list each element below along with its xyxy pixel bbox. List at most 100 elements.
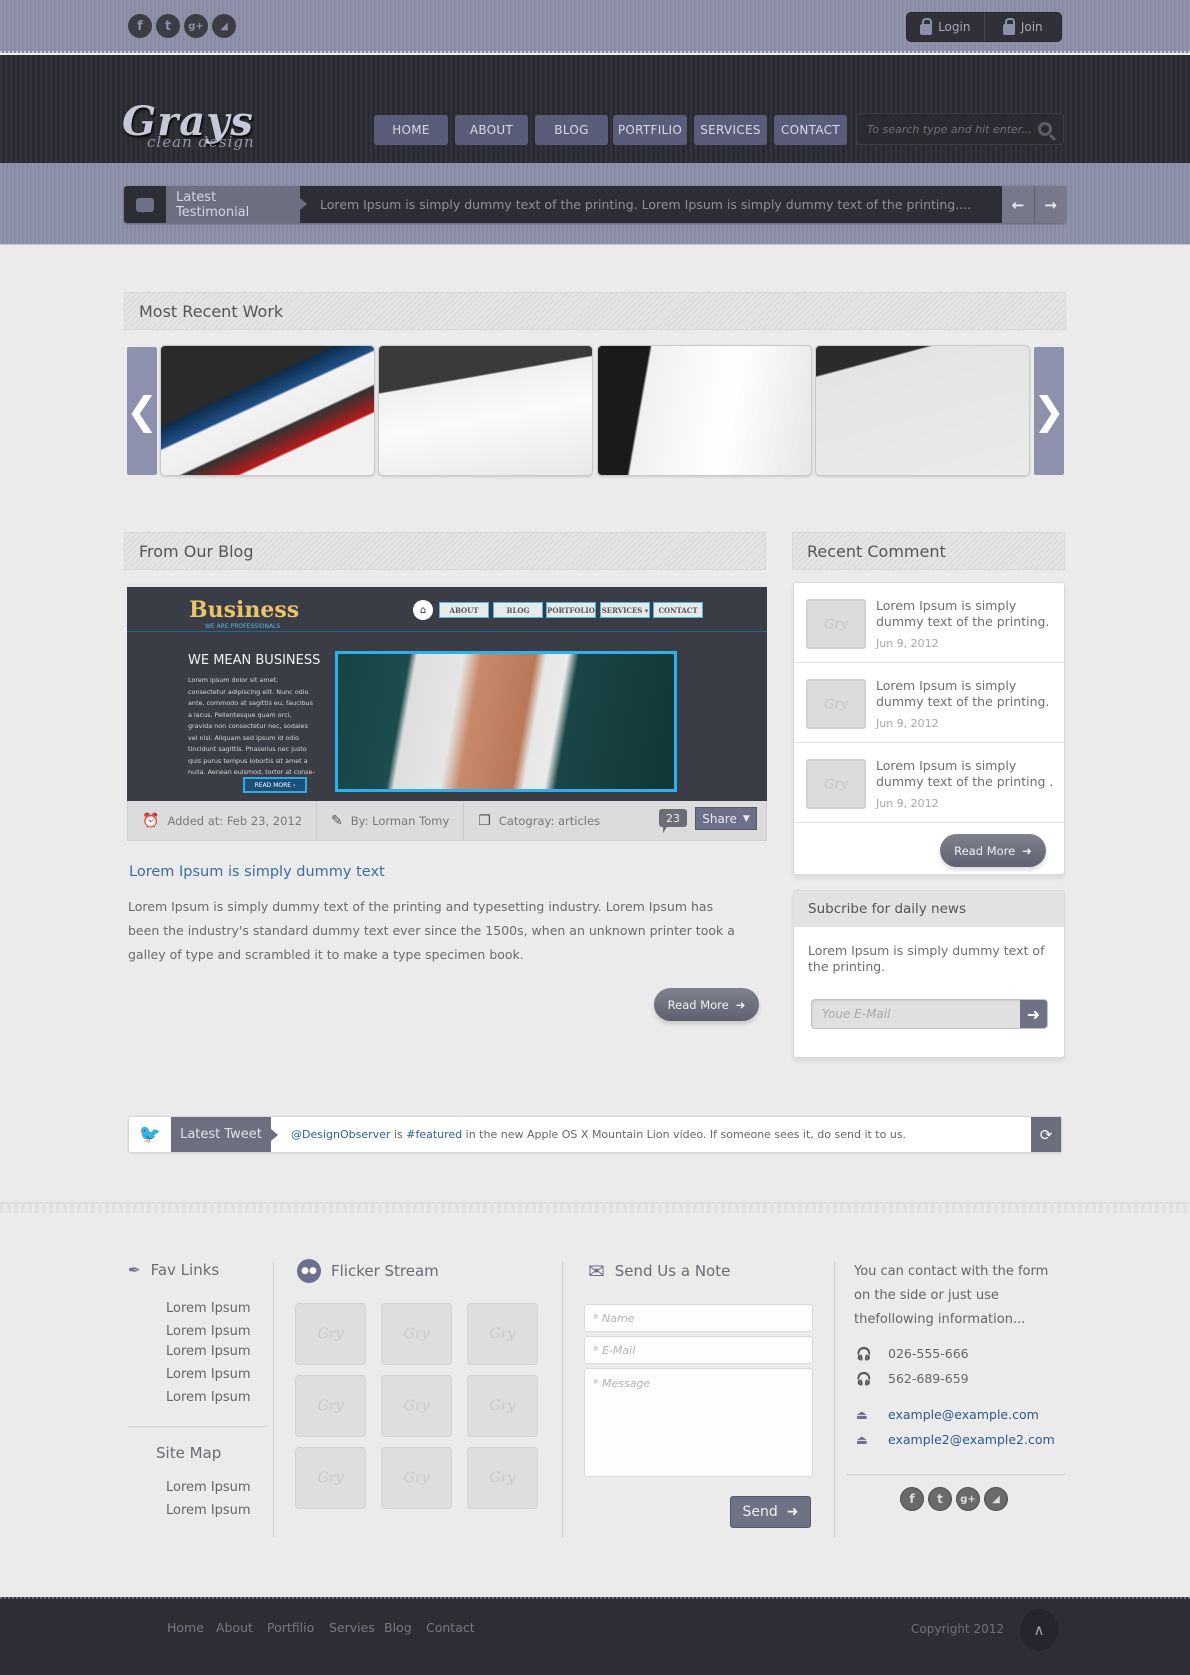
- rss-icon[interactable]: ◢: [984, 1487, 1008, 1511]
- note-name-input[interactable]: [584, 1304, 813, 1332]
- fav-link[interactable]: Lorem Ipsum: [166, 1344, 251, 1359]
- twitter-icon[interactable]: t: [928, 1487, 952, 1511]
- rss-icon[interactable]: ◢: [212, 14, 236, 38]
- portfolio-next-button[interactable]: ❯: [1033, 347, 1065, 475]
- pencil-icon: ✎: [331, 812, 343, 829]
- email-link[interactable]: example2@example2.com: [888, 1432, 1055, 1447]
- flickr-icon: ●●: [297, 1259, 321, 1283]
- note-heading: ✉ Send Us a Note: [588, 1259, 730, 1283]
- fav-link[interactable]: Lorem Ipsum: [166, 1324, 251, 1339]
- post-category-text[interactable]: Catogray: articles: [499, 814, 600, 828]
- footer-nav-home[interactable]: Home: [167, 1620, 204, 1635]
- nav-blog[interactable]: BLOG: [535, 115, 608, 145]
- flickr-thumb[interactable]: Gry: [381, 1375, 452, 1437]
- comment-count-badge[interactable]: 23: [659, 809, 687, 833]
- subscribe-email-input[interactable]: [812, 1000, 1020, 1028]
- flickr-thumb[interactable]: Gry: [295, 1447, 366, 1509]
- portfolio-thumb[interactable]: [815, 345, 1030, 476]
- tweet-text: @DesignObserver is #featured in the new …: [271, 1117, 1031, 1152]
- site-map-link[interactable]: Lorem Ipsum: [166, 1480, 251, 1495]
- facebook-icon[interactable]: f: [900, 1487, 924, 1511]
- tweet-hashtag-link[interactable]: #featured: [406, 1128, 462, 1141]
- flickr-thumb[interactable]: Gry: [295, 1303, 366, 1365]
- handshake-photo: [335, 651, 677, 792]
- footer-nav-portfolio[interactable]: Portfilio: [267, 1620, 314, 1635]
- post-date-text: Added at: Feb 23, 2012: [167, 813, 303, 828]
- inbox-icon: ⏏: [856, 1432, 868, 1447]
- footer-nav-services[interactable]: Servies: [329, 1620, 375, 1635]
- flickr-heading: ●● Flicker Stream: [297, 1259, 439, 1283]
- testimonial-bar: Latest Testimonial Lorem Ipsum is simply…: [124, 186, 1066, 223]
- twitter-bird-icon: 🐦: [138, 1124, 162, 1145]
- twitter-icon[interactable]: t: [156, 14, 180, 38]
- flickr-thumb[interactable]: Gry: [467, 1303, 538, 1365]
- nav-contact[interactable]: CONTACT: [774, 115, 847, 145]
- tweet-handle-link[interactable]: @DesignObserver: [291, 1128, 390, 1141]
- flickr-title: Flicker Stream: [331, 1262, 439, 1280]
- search-input[interactable]: [867, 122, 1032, 136]
- facebook-icon[interactable]: f: [128, 14, 152, 38]
- share-button[interactable]: Share ▼: [695, 807, 757, 830]
- send-button[interactable]: Send ➜: [730, 1496, 811, 1528]
- flickr-thumb[interactable]: Gry: [467, 1375, 538, 1437]
- fav-links-divider: [128, 1426, 268, 1427]
- search-icon[interactable]: [1038, 122, 1052, 136]
- google-plus-icon[interactable]: g+: [956, 1487, 980, 1511]
- unlock-icon: [1002, 17, 1015, 35]
- note-message-input[interactable]: [584, 1368, 813, 1477]
- site-map-link[interactable]: Lorem Ipsum: [166, 1503, 251, 1518]
- recent-comment-panel: Gry Lorem Ipsum is simply dummy text of …: [793, 582, 1065, 875]
- subscribe-heading: Subcribe for daily news: [794, 891, 1064, 927]
- post-author-text: By: Lorman Tomy: [350, 813, 450, 828]
- footer-nav-contact[interactable]: Contact: [426, 1620, 475, 1635]
- flickr-thumb[interactable]: Gry: [381, 1447, 452, 1509]
- flickr-thumb[interactable]: Gry: [295, 1375, 366, 1437]
- join-button[interactable]: Join: [985, 13, 1062, 41]
- nav-services[interactable]: SERVICES: [694, 115, 767, 145]
- fav-link[interactable]: Lorem Ipsum: [166, 1367, 251, 1382]
- blog-featured-image[interactable]: Business WE ARE PROFESSIONALS ⌂ ABOUT BL…: [127, 583, 767, 801]
- portfolio-prev-button[interactable]: ❮: [126, 347, 158, 475]
- preview-body: Lorem ipsum dolor sit amet, consectetur …: [188, 676, 315, 776]
- contact-divider: [846, 1474, 1065, 1475]
- fav-link[interactable]: Lorem Ipsum: [166, 1390, 251, 1405]
- preview-home-icon: ⌂: [413, 600, 433, 620]
- comment-item[interactable]: Gry Lorem Ipsum is simply dummy text of …: [794, 583, 1064, 663]
- portfolio-thumb[interactable]: [160, 345, 375, 476]
- email-link[interactable]: example@example.com: [888, 1407, 1039, 1422]
- login-button[interactable]: Login: [907, 13, 985, 41]
- fav-link[interactable]: Lorem Ipsum: [166, 1301, 251, 1316]
- recent-work-heading: Most Recent Work: [124, 292, 1066, 330]
- post-title-link[interactable]: Lorem Ipsum is simply dummy text: [129, 864, 385, 880]
- comment-item[interactable]: Gry Lorem Ipsum is simply dummy text of …: [794, 743, 1064, 823]
- comments-read-more-button[interactable]: Read More ➜: [940, 834, 1046, 867]
- nav-home[interactable]: HOME: [374, 115, 448, 145]
- footer-nav-about[interactable]: About: [216, 1620, 253, 1635]
- note-email-input[interactable]: [584, 1336, 813, 1364]
- nav-portfolio[interactable]: PORTFILIO: [613, 115, 687, 145]
- refresh-icon[interactable]: ⟳: [1031, 1117, 1061, 1152]
- fav-links-heading: ✒ Fav Links: [128, 1261, 219, 1279]
- flickr-thumb[interactable]: Gry: [381, 1303, 452, 1365]
- portfolio-thumb[interactable]: [378, 345, 593, 476]
- back-to-top-button[interactable]: ∧: [1020, 1609, 1058, 1651]
- testimonial-text: Lorem Ipsum is simply dummy text of the …: [320, 197, 972, 212]
- preview-nav-item: BLOG: [493, 602, 543, 618]
- share-label: Share: [702, 811, 737, 826]
- google-plus-icon[interactable]: g+: [184, 14, 208, 38]
- testimonial-next-button[interactable]: →: [1034, 186, 1066, 223]
- footer-nav-blog[interactable]: Blog: [384, 1620, 412, 1635]
- portfolio-thumb[interactable]: [597, 345, 812, 476]
- speech-bubble-icon: [124, 186, 166, 223]
- nav-about[interactable]: ABOUT: [455, 115, 528, 145]
- flickr-thumb[interactable]: Gry: [467, 1447, 538, 1509]
- subscribe-text: Lorem Ipsum is simply dummy text of the …: [808, 943, 1045, 974]
- comment-item[interactable]: Gry Lorem Ipsum is simply dummy text of …: [794, 663, 1064, 743]
- lock-icon: [920, 17, 933, 35]
- blog-read-more-button[interactable]: Read More ➜: [654, 988, 759, 1021]
- copyright: Copyright 2012: [911, 1622, 1004, 1636]
- subscribe-submit-button[interactable]: ➜: [1020, 1000, 1047, 1028]
- testimonial-prev-button[interactable]: ←: [1002, 186, 1034, 223]
- comment-avatar: Gry: [806, 599, 866, 649]
- comment-avatar: Gry: [806, 679, 866, 729]
